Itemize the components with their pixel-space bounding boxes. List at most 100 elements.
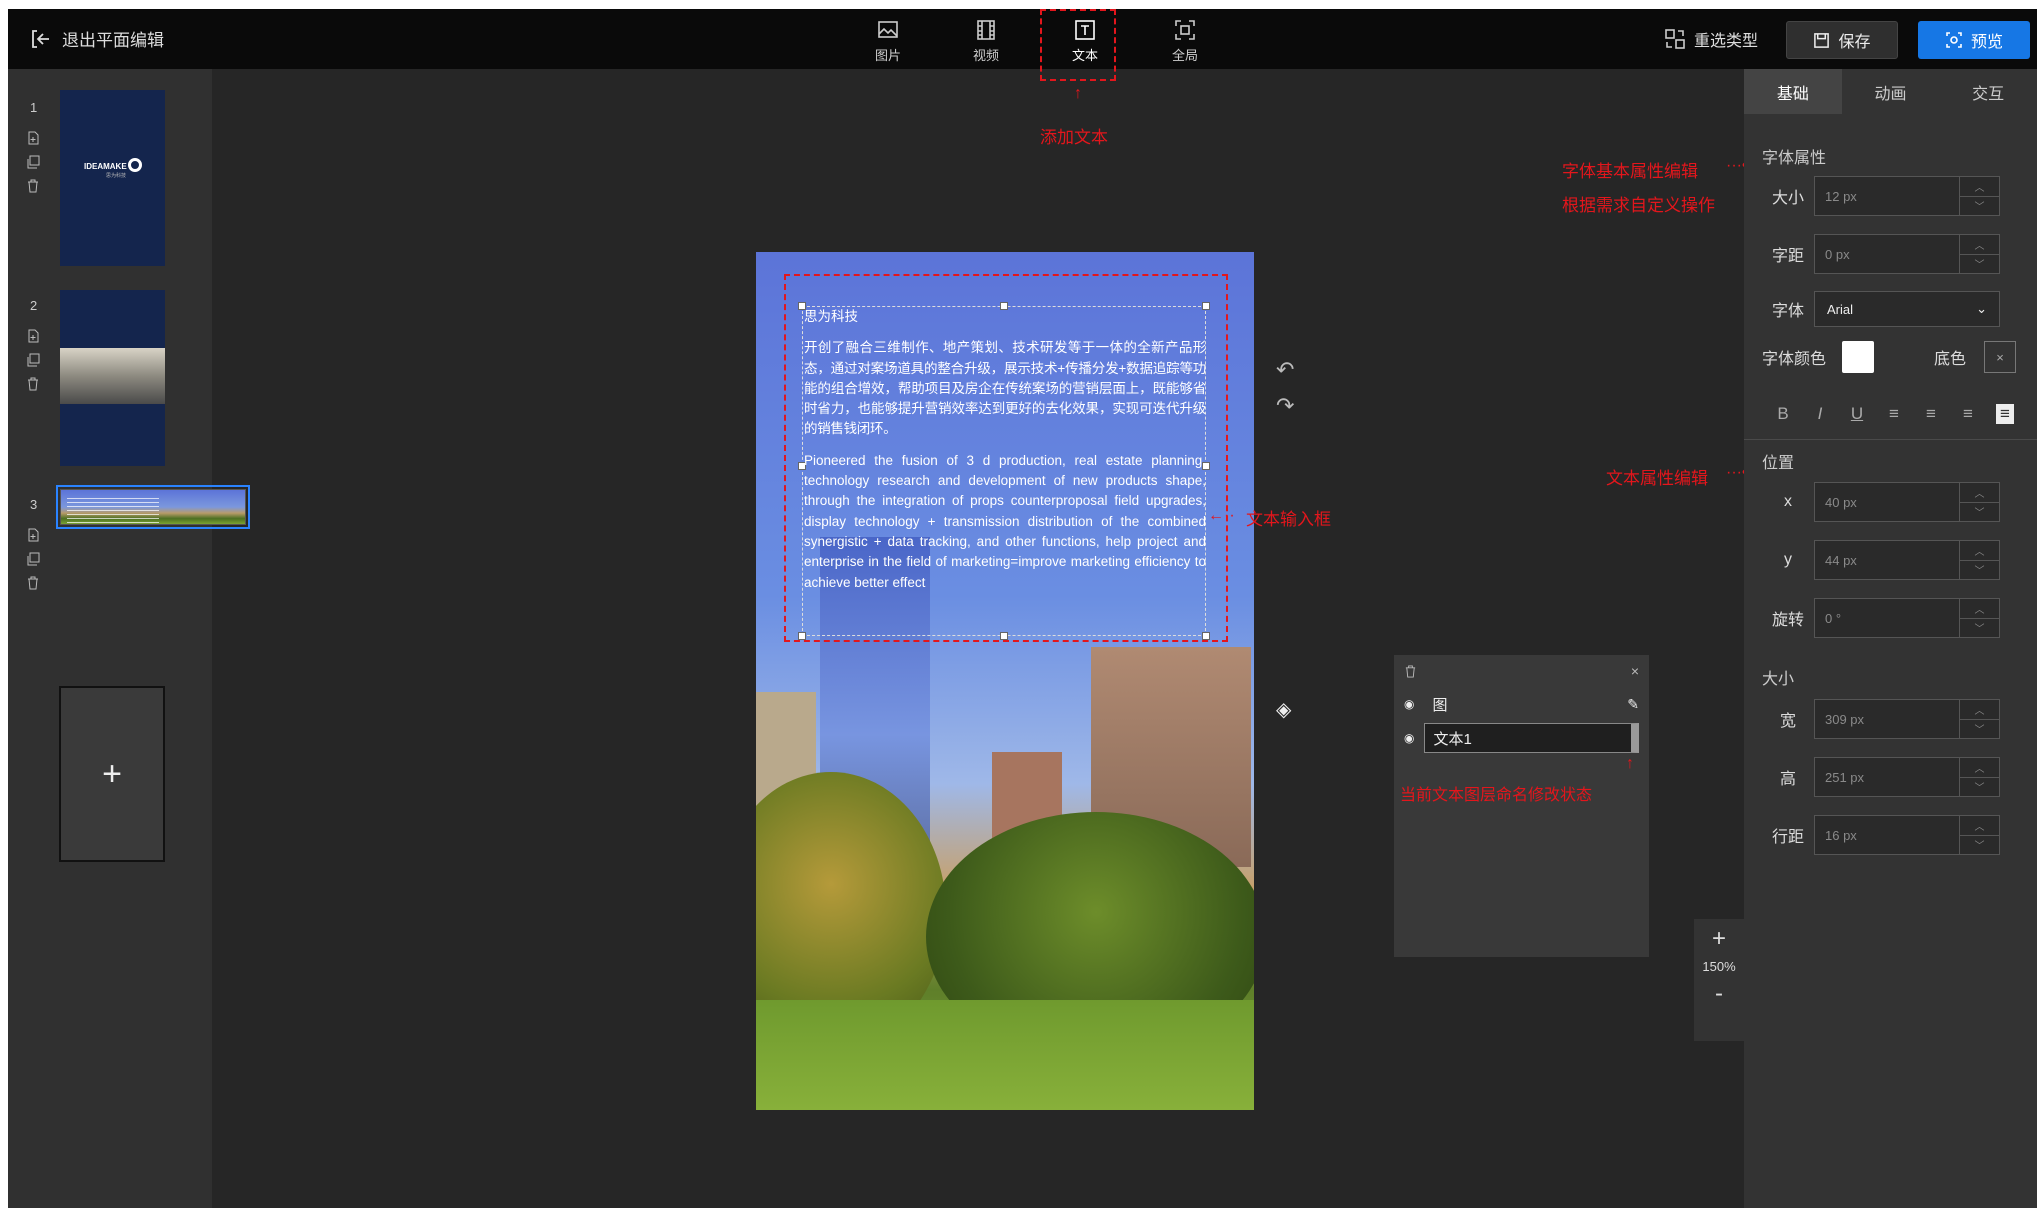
new-page-icon[interactable] — [26, 528, 40, 542]
tool-image-button[interactable]: 图片 — [858, 19, 918, 64]
annotation-layer-rename: 当前文本图层命名修改状态 — [1400, 787, 1593, 804]
redo-icon[interactable]: ↷ — [1276, 393, 1294, 419]
thumb-text-lines — [67, 498, 159, 524]
layer-row[interactable]: ◉ 图 ✎ — [1394, 687, 1649, 721]
zoom-in-button[interactable]: + — [1694, 919, 1744, 959]
font-color-swatch[interactable] — [1842, 341, 1874, 373]
close-icon[interactable]: × — [1631, 663, 1639, 679]
copy-page-icon[interactable] — [26, 552, 40, 566]
line-height-input[interactable]: 16 px ︿ ﹀ — [1814, 815, 2000, 855]
step-up-icon[interactable]: ︿ — [1960, 816, 1999, 835]
page-thumb-2[interactable] — [60, 290, 165, 466]
align-right-icon[interactable]: ≡ — [1959, 404, 1977, 424]
add-page-button[interactable]: + — [59, 686, 165, 862]
annotation-text-prop: 文本属性编辑 — [1606, 469, 1708, 488]
tab-animation[interactable]: 动画 — [1842, 69, 1940, 114]
annotation-text-input: 文本输入框 — [1246, 510, 1331, 529]
chevron-down-icon: ⌄ — [1976, 301, 1987, 316]
letter-spacing-input[interactable]: 0 px ︿ ﹀ — [1814, 234, 2000, 274]
font-section-title: 字体属性 — [1762, 150, 1827, 167]
step-down-icon[interactable]: ﹀ — [1960, 718, 1999, 739]
y-input[interactable]: 44 px ︿ ﹀ — [1814, 540, 2000, 580]
align-justify-icon[interactable]: ≡ — [1996, 404, 2014, 424]
logo-ring — [128, 158, 142, 172]
font-family-select[interactable]: Arial ⌄ — [1814, 291, 2000, 327]
step-up-icon[interactable]: ︿ — [1960, 700, 1999, 719]
page-actions — [26, 528, 42, 590]
copy-page-icon[interactable] — [26, 353, 40, 367]
step-down-icon[interactable]: ﹀ — [1960, 501, 1999, 522]
align-center-icon[interactable]: ≡ — [1922, 404, 1940, 424]
annotation-font-basic: 字体基本属性编辑 — [1562, 162, 1698, 181]
step-up-icon[interactable]: ︿ — [1960, 177, 1999, 196]
property-panel: 基础 动画 交互 字体属性 大小 12 px ︿ ﹀ 字距 0 px ︿ ﹀ 字体 Ar… — [1744, 69, 2037, 1208]
page-thumb-1[interactable]: IDEAMAKE 思为科技 — [60, 90, 165, 266]
height-row: 高 251 px ︿ ﹀ — [1762, 757, 2000, 797]
annotation-box — [784, 274, 1228, 642]
step-down-icon[interactable]: ﹀ — [1960, 617, 1999, 638]
tool-global-button[interactable]: 全局 — [1155, 19, 1215, 64]
annotation-arrow: ←·· — [1208, 507, 1235, 524]
step-down-icon[interactable]: ﹀ — [1960, 253, 1999, 274]
delete-page-icon[interactable] — [26, 576, 40, 590]
eye-icon[interactable]: ◉ — [1404, 697, 1414, 711]
undo-icon[interactable]: ↶ — [1276, 357, 1294, 383]
annotation-arrow: ↑ — [1626, 755, 1634, 772]
step-up-icon[interactable]: ︿ — [1960, 541, 1999, 560]
copy-page-icon[interactable] — [26, 155, 40, 169]
page-number: 1 — [30, 100, 38, 115]
tool-video-button[interactable]: 视频 — [956, 19, 1016, 64]
eye-icon[interactable]: ◉ — [1404, 731, 1414, 745]
save-icon — [1814, 32, 1830, 48]
new-page-icon[interactable] — [26, 329, 40, 343]
y-row: y 44 px ︿ ﹀ — [1762, 540, 2000, 580]
tab-interaction[interactable]: 交互 — [1939, 69, 2037, 114]
step-up-icon[interactable]: ︿ — [1960, 483, 1999, 502]
position-section-title: 位置 — [1762, 455, 1795, 472]
step-down-icon[interactable]: ﹀ — [1960, 776, 1999, 797]
step-down-icon[interactable]: ﹀ — [1960, 834, 1999, 855]
zoom-control: + 150% - — [1694, 919, 1744, 1041]
line-height-row: 行距 16 px ︿ ﹀ — [1762, 815, 2000, 855]
width-input[interactable]: 309 px ︿ ﹀ — [1814, 699, 2000, 739]
x-row: x 40 px ︿ ﹀ — [1762, 482, 2000, 522]
page-thumb-3[interactable] — [56, 485, 250, 529]
bold-button[interactable]: B — [1774, 404, 1792, 424]
layer-name: 图 — [1432, 696, 1448, 714]
step-up-icon[interactable]: ︿ — [1960, 758, 1999, 777]
x-input[interactable]: 40 px ︿ ﹀ — [1814, 482, 2000, 522]
rotate-input[interactable]: 0 ° ︿ ﹀ — [1814, 598, 2000, 638]
step-up-icon[interactable]: ︿ — [1960, 235, 1999, 254]
step-down-icon[interactable]: ﹀ — [1960, 559, 1999, 580]
step-up-icon[interactable]: ︿ — [1960, 599, 1999, 618]
step-down-icon[interactable]: ﹀ — [1960, 195, 1999, 216]
layer-row[interactable]: ◉ 文本1 — [1394, 721, 1649, 755]
align-left-icon[interactable]: ≡ — [1885, 404, 1903, 424]
preview-button[interactable]: 预览 — [1918, 21, 2030, 59]
edit-icon[interactable]: ✎ — [1627, 696, 1639, 713]
property-tabs: 基础 动画 交互 — [1744, 69, 2037, 114]
tab-basic[interactable]: 基础 — [1744, 69, 1842, 114]
lawn — [756, 1000, 1254, 1110]
italic-button[interactable]: I — [1811, 404, 1829, 424]
editor-app: 退出平面编辑 图片 视频 文本 全局 重选类型 保存 预览 1 IDEAMAKE… — [8, 9, 2037, 1208]
annotation-custom: 根据需求自定义操作 — [1562, 196, 1715, 215]
exit-icon — [32, 29, 49, 48]
delete-page-icon[interactable] — [26, 377, 40, 391]
bg-color-clear[interactable]: × — [1984, 341, 2016, 373]
delete-layer-icon[interactable] — [1404, 664, 1417, 678]
letter-spacing-row: 字距 0 px ︿ ﹀ — [1762, 234, 2000, 274]
underline-button[interactable]: U — [1848, 404, 1866, 424]
exit-edit-button[interactable]: 退出平面编辑 — [28, 26, 164, 51]
delete-page-icon[interactable] — [26, 179, 40, 193]
font-size-input[interactable]: 12 px ︿ ﹀ — [1814, 176, 2000, 216]
zoom-out-button[interactable]: - — [1694, 974, 1744, 1014]
layer-name-input[interactable]: 文本1 — [1424, 723, 1639, 753]
new-page-icon[interactable] — [26, 131, 40, 145]
font-color-row: 字体颜色 底色 × — [1762, 341, 2016, 373]
height-input[interactable]: 251 px ︿ ﹀ — [1814, 757, 2000, 797]
font-family-row: 字体 Arial ⌄ — [1762, 291, 2000, 327]
reselect-type-button[interactable]: 重选类型 — [1664, 27, 1758, 51]
layers-icon[interactable]: ◈ — [1276, 697, 1291, 722]
save-button[interactable]: 保存 — [1786, 21, 1898, 59]
